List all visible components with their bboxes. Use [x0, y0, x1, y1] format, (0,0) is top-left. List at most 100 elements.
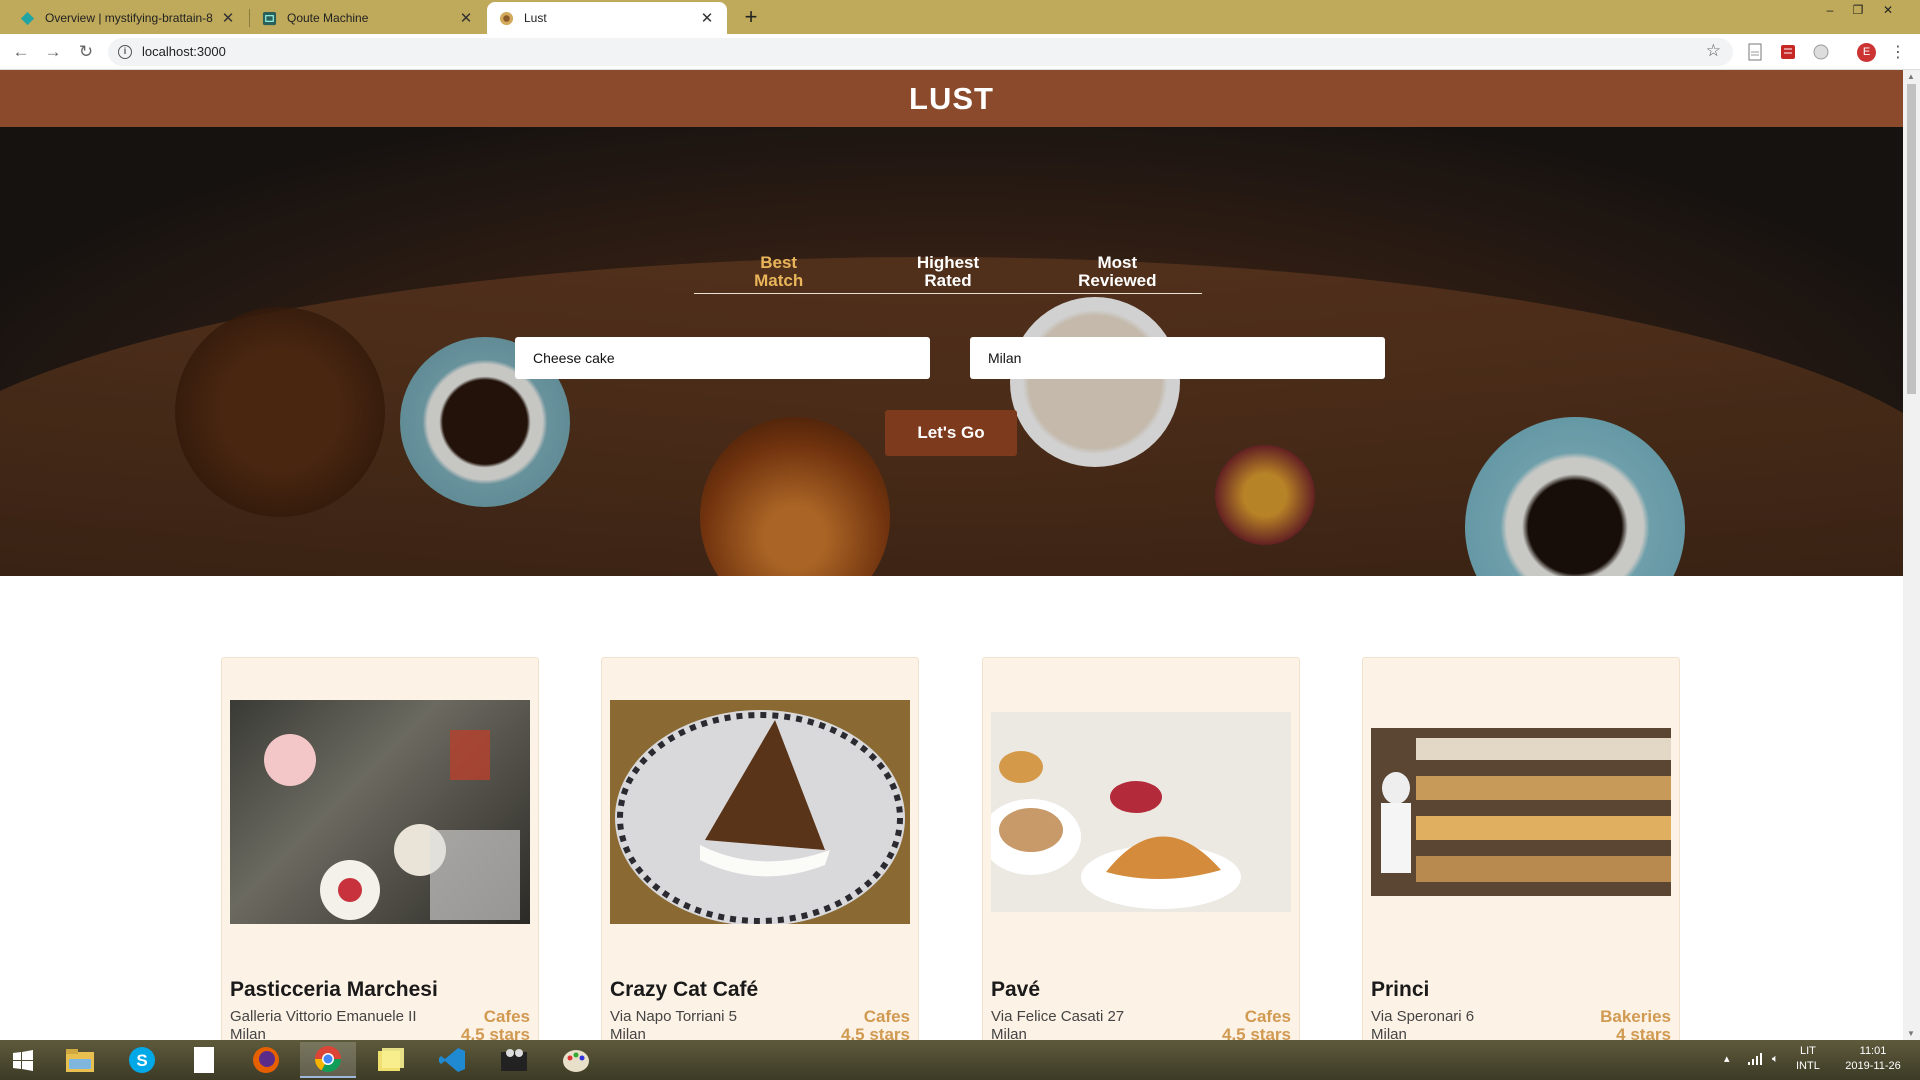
business-address: Via Felice Casati 27 Milan — [991, 1008, 1124, 1040]
sort-option-label-line: Rated — [924, 271, 972, 290]
sort-option-label-line: Best — [760, 253, 798, 272]
business-category: Bakeries — [1600, 1007, 1671, 1026]
business-category: Cafes — [483, 1007, 530, 1026]
browser-tab-qoute-machine[interactable]: Qoute Machine ✕ — [250, 2, 486, 34]
business-image — [991, 712, 1291, 912]
browser-tab-lust[interactable]: Lust ✕ — [487, 2, 727, 34]
file-explorer-taskbar-icon[interactable] — [52, 1042, 108, 1078]
business-address: Galleria Vittorio Emanuele II Milan — [230, 1008, 416, 1040]
business-meta: Cafes 4.5 stars — [841, 1007, 910, 1041]
reload-icon[interactable]: ↻ — [75, 41, 97, 63]
input-language-indicator[interactable]: LIT INTL — [1796, 1044, 1820, 1074]
business-card[interactable]: Princi Via Speronari 6 Milan Bakeries 4 … — [1362, 657, 1680, 1040]
minimize-window-icon[interactable]: – — [1816, 0, 1844, 20]
business-category: Cafes — [863, 1007, 910, 1026]
volume-speaker-icon[interactable]: 🔈︎ — [1772, 1052, 1779, 1067]
business-image — [610, 700, 910, 924]
business-street: Via Speronari 6 — [1371, 1008, 1475, 1025]
search-term-input[interactable] — [515, 337, 930, 379]
profile-avatar[interactable]: E — [1857, 43, 1876, 62]
paint-taskbar-icon[interactable] — [548, 1042, 604, 1078]
new-tab-button[interactable]: + — [737, 4, 765, 32]
business-card[interactable]: Crazy Cat Café Via Napo Torriani 5 Milan… — [601, 657, 919, 1040]
business-street: Via Napo Torriani 5 — [610, 1008, 738, 1025]
business-meta: Bakeries 4 stars — [1600, 1007, 1671, 1041]
browser-tab-strip: Overview | mystifying-brattain-8 ✕ Qoute… — [0, 0, 1920, 34]
page-scrollbar[interactable]: ▲ ▼ — [1903, 70, 1920, 1040]
business-rating: 4 stars — [1616, 1025, 1671, 1041]
bakery-shelves-illustration — [1371, 728, 1671, 896]
clock-time: 11:01 — [1859, 1045, 1887, 1057]
scrollbar-thumb[interactable] — [1907, 84, 1916, 394]
url-text: localhost:3000 — [142, 44, 226, 59]
codepen-favicon-icon — [262, 11, 277, 25]
business-card[interactable]: Pavé Via Felice Casati 27 Milan Cafes 4.… — [982, 657, 1300, 1040]
business-rating: 4.5 stars — [841, 1025, 910, 1041]
system-clock[interactable]: 11:01 2019-11-26 — [1838, 1044, 1908, 1074]
language-layout: INTL — [1796, 1060, 1820, 1072]
firefox-taskbar-icon[interactable] — [238, 1042, 294, 1078]
grey-extension-icon[interactable] — [1813, 43, 1829, 61]
network-signal-icon[interactable] — [1747, 1052, 1763, 1071]
windows-start-icon[interactable] — [12, 1050, 34, 1072]
business-meta: Cafes 4.5 stars — [461, 1007, 530, 1041]
close-tab-icon[interactable]: ✕ — [220, 9, 236, 27]
business-address: Via Speronari 6 Milan — [1371, 1008, 1474, 1040]
tab-title: Qoute Machine — [287, 11, 369, 25]
close-tab-icon[interactable]: ✕ — [458, 9, 474, 27]
search-location-input[interactable] — [970, 337, 1385, 379]
business-address: Via Napo Torriani 5 Milan — [610, 1008, 737, 1040]
page-viewport: LUST Best Match Highest Rated Most Revie… — [0, 70, 1903, 1040]
show-hidden-icons-arrow-icon[interactable]: ▴ — [1724, 1052, 1730, 1067]
sort-option-label-line: Match — [754, 271, 804, 290]
sort-option-highest-rated[interactable]: Highest Rated — [863, 254, 1032, 293]
scroll-up-arrow-icon[interactable]: ▲ — [1907, 72, 1915, 81]
sort-option-label-line: Highest — [916, 253, 980, 272]
business-name: Pavé — [991, 978, 1041, 1001]
business-meta: Cafes 4.5 stars — [1222, 1007, 1291, 1041]
lust-favicon-icon — [499, 11, 514, 25]
cafe-table-illustration — [264, 730, 520, 920]
business-city: Milan — [230, 1026, 266, 1040]
forward-arrow-icon[interactable]: → — [42, 41, 64, 63]
sort-option-label-line: Most — [1097, 253, 1138, 272]
business-category: Cafes — [1244, 1007, 1291, 1026]
red-extension-icon[interactable] — [1780, 43, 1796, 61]
hero-overlay — [0, 127, 1903, 576]
sort-option-best-match[interactable]: Best Match — [694, 254, 863, 293]
croissant-breakfast-illustration — [991, 712, 1291, 912]
sort-option-most-reviewed[interactable]: Most Reviewed — [1033, 254, 1202, 293]
business-street: Galleria Vittorio Emanuele II — [230, 1008, 417, 1025]
browser-toolbar: ← → ↻ i localhost:3000 ☆ E ⋮ — [0, 34, 1920, 70]
business-city: Milan — [610, 1026, 646, 1040]
site-title: LUST — [909, 80, 994, 116]
back-arrow-icon[interactable]: ← — [10, 41, 32, 63]
close-window-icon[interactable]: ✕ — [1874, 0, 1902, 20]
windows-taskbar: S ▴ 🔈︎ LIT INTL 11:01 2019-11-26 — [0, 1040, 1920, 1080]
chrome-taskbar-icon[interactable] — [300, 1042, 356, 1078]
business-city: Milan — [1371, 1026, 1407, 1040]
search-bar-hero: Best Match Highest Rated Most Reviewed L… — [0, 127, 1903, 576]
lets-go-button[interactable]: Let's Go — [885, 410, 1017, 456]
skype-taskbar-icon[interactable]: S — [114, 1042, 170, 1078]
svg-text:S: S — [136, 1051, 147, 1070]
netlify-favicon-icon — [20, 11, 35, 25]
close-tab-icon[interactable]: ✕ — [699, 9, 715, 27]
notepad-taskbar-icon[interactable] — [176, 1042, 232, 1078]
business-card[interactable]: Pasticceria Marchesi Galleria Vittorio E… — [221, 657, 539, 1040]
document-extension-icon[interactable] — [1747, 43, 1763, 61]
browser-tab-overview[interactable]: Overview | mystifying-brattain-8 ✕ — [8, 2, 248, 34]
business-rating: 4.5 stars — [461, 1025, 530, 1041]
scroll-down-arrow-icon[interactable]: ▼ — [1907, 1029, 1915, 1038]
business-name: Crazy Cat Café — [610, 978, 759, 1001]
tab-title: Overview | mystifying-brattain-8 — [45, 11, 213, 25]
site-info-icon[interactable]: i — [118, 45, 132, 59]
language-code: LIT — [1799, 1045, 1816, 1057]
bookmark-star-icon[interactable]: ☆ — [1706, 41, 1721, 61]
address-bar[interactable]: i localhost:3000 ☆ — [108, 38, 1733, 66]
vscode-taskbar-icon[interactable] — [424, 1042, 480, 1078]
restore-window-icon[interactable]: ❐ — [1844, 0, 1872, 20]
media-app-taskbar-icon[interactable] — [486, 1042, 542, 1078]
sticky-notes-taskbar-icon[interactable] — [362, 1042, 418, 1078]
browser-menu-icon[interactable]: ⋮ — [1890, 42, 1906, 62]
